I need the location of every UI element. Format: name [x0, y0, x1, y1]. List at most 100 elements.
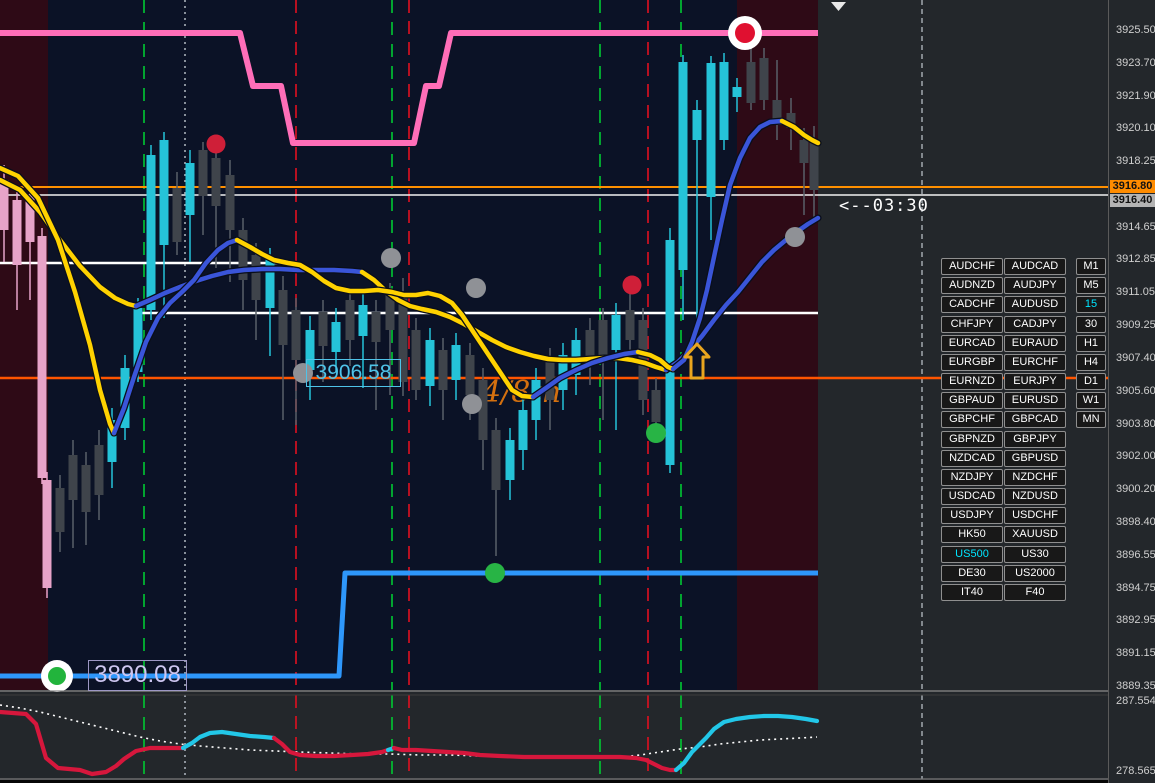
symbol-button-cadjpy[interactable]: CADJPY [1004, 316, 1066, 333]
symbol-button-gbpchf[interactable]: GBPCHF [941, 411, 1003, 428]
symbol-button-gbpnzd[interactable]: GBPNZD [941, 431, 1003, 448]
symbol-button-gbpaud[interactable]: GBPAUD [941, 392, 1003, 409]
support-price-label[interactable]: 3890.08 [88, 660, 187, 691]
timeframe-button-mn[interactable]: MN [1076, 411, 1106, 428]
candle-body [651, 390, 661, 422]
sell-signal-dot [206, 134, 226, 154]
symbol-button-cadchf[interactable]: CADCHF [941, 296, 1003, 313]
symbol-button-eurcad[interactable]: EURCAD [941, 335, 1003, 352]
neutral-signal-dot [462, 394, 482, 414]
symbol-button-audcad[interactable]: AUDCAD [1004, 258, 1066, 275]
entry-marker-dot [48, 667, 66, 685]
symbol-button-eurchf[interactable]: EURCHF [1004, 354, 1066, 371]
timeframe-button-15[interactable]: 15 [1076, 296, 1106, 313]
symbol-button-eurgbp[interactable]: EURGBP [941, 354, 1003, 371]
candle-body [809, 140, 819, 190]
bid-price-label: 3916.40 [1110, 194, 1155, 207]
symbol-button-usdcad[interactable]: USDCAD [941, 488, 1003, 505]
timeframe-button-d1[interactable]: D1 [1076, 373, 1106, 390]
symbol-button-usdchf[interactable]: USDCHF [1004, 507, 1066, 524]
candle-body [345, 300, 355, 340]
candle-body [598, 320, 608, 355]
neutral-signal-dot [466, 278, 486, 298]
candle-body [505, 440, 515, 480]
axis-tick-label: 3920.10 [1116, 122, 1155, 134]
candle-body [425, 340, 435, 386]
candle-body [185, 163, 195, 215]
candle-body [692, 110, 702, 140]
candle-body [518, 410, 528, 450]
symbol-button-it40[interactable]: IT40 [941, 584, 1003, 601]
symbol-button-audjpy[interactable]: AUDJPY [1004, 277, 1066, 294]
timeframe-button-m1[interactable]: M1 [1076, 258, 1106, 275]
candle-body [625, 310, 635, 340]
symbol-button-chfjpy[interactable]: CHFJPY [941, 316, 1003, 333]
axis-tick-label: 3900.20 [1116, 483, 1155, 495]
timeframe-button-w1[interactable]: W1 [1076, 392, 1106, 409]
axis-tick-label: 3894.75 [1116, 582, 1155, 594]
candle-body [251, 255, 261, 300]
symbol-button-audusd[interactable]: AUDUSD [1004, 296, 1066, 313]
candle-body [451, 345, 461, 380]
candle-body [55, 488, 65, 532]
neutral-signal-dot [785, 227, 805, 247]
candle-body [318, 312, 328, 346]
candle-body [732, 87, 742, 97]
axis-tick-label: 3902.00 [1116, 450, 1155, 462]
candle-body [81, 465, 91, 512]
timeframe-button-30[interactable]: 30 [1076, 316, 1106, 333]
candle-body [491, 430, 501, 490]
symbol-button-eurnzd[interactable]: EURNZD [941, 373, 1003, 390]
symbol-button-gbpusd[interactable]: GBPUSD [1004, 450, 1066, 467]
axis-tick-label: 3909.25 [1116, 319, 1155, 331]
symbol-button-nzdjpy[interactable]: NZDJPY [941, 469, 1003, 486]
symbol-button-audchf[interactable]: AUDCHF [941, 258, 1003, 275]
axis-tick-label: 3892.95 [1116, 614, 1155, 626]
symbol-button-f40[interactable]: F40 [1004, 584, 1066, 601]
buy-signal-dot [646, 423, 666, 443]
symbol-button-eurjpy[interactable]: EURJPY [1004, 373, 1066, 390]
candle-body [211, 158, 221, 206]
symbol-button-nzdchf[interactable]: NZDCHF [1004, 469, 1066, 486]
symbol-button-euraud[interactable]: EURAUD [1004, 335, 1066, 352]
symbol-button-de30[interactable]: DE30 [941, 565, 1003, 582]
candle-body [146, 155, 156, 310]
candle-body [371, 312, 381, 342]
axis-tick-label: 3914.65 [1116, 221, 1155, 233]
axis-tick-label: 3903.80 [1116, 418, 1155, 430]
symbol-button-gbpjpy[interactable]: GBPJPY [1004, 431, 1066, 448]
symbol-button-us2000[interactable]: US2000 [1004, 565, 1066, 582]
symbol-button-xauusd[interactable]: XAUUSD [1004, 526, 1066, 543]
symbol-button-us30[interactable]: US30 [1004, 546, 1066, 563]
axis-tick-label: 3898.40 [1116, 516, 1155, 528]
timeframe-button-h1[interactable]: H1 [1076, 335, 1106, 352]
axis-tick-label: 3925.50 [1116, 24, 1155, 36]
candle-body [42, 480, 52, 588]
buy-signal-dot [485, 563, 505, 583]
symbol-button-eurusd[interactable]: EURUSD [1004, 392, 1066, 409]
candle-body [331, 322, 341, 352]
candle-body [172, 188, 182, 242]
symbol-button-gbpcad[interactable]: GBPCAD [1004, 411, 1066, 428]
trading-terminal-window: 4/8th <--03:30 3906.58 3890.08 3916.80 3… [0, 0, 1155, 783]
candle-body [12, 200, 22, 265]
symbol-button-us500[interactable]: US500 [941, 546, 1003, 563]
timeframe-button-m5[interactable]: M5 [1076, 277, 1106, 294]
symbol-button-hk50[interactable]: HK50 [941, 526, 1003, 543]
timeframe-button-h4[interactable]: H4 [1076, 354, 1106, 371]
candle-body [358, 305, 368, 336]
candle-body [278, 290, 288, 345]
indicator-axis-label: 287.554 [1116, 695, 1155, 707]
axis-tick-label: 3905.60 [1116, 385, 1155, 397]
axis-tick-label: 3907.40 [1116, 352, 1155, 364]
candle-body [665, 240, 675, 465]
symbol-button-audnzd[interactable]: AUDNZD [941, 277, 1003, 294]
symbol-button-nzdcad[interactable]: NZDCAD [941, 450, 1003, 467]
symbol-button-nzdusd[interactable]: NZDUSD [1004, 488, 1066, 505]
ask-price-label: 3916.80 [1110, 180, 1155, 193]
axis-tick-label: 3923.70 [1116, 57, 1155, 69]
candle-body [799, 140, 809, 163]
symbol-button-usdjpy[interactable]: USDJPY [941, 507, 1003, 524]
candle-body [291, 310, 301, 360]
level-price-label[interactable]: 3906.58 [306, 359, 401, 387]
